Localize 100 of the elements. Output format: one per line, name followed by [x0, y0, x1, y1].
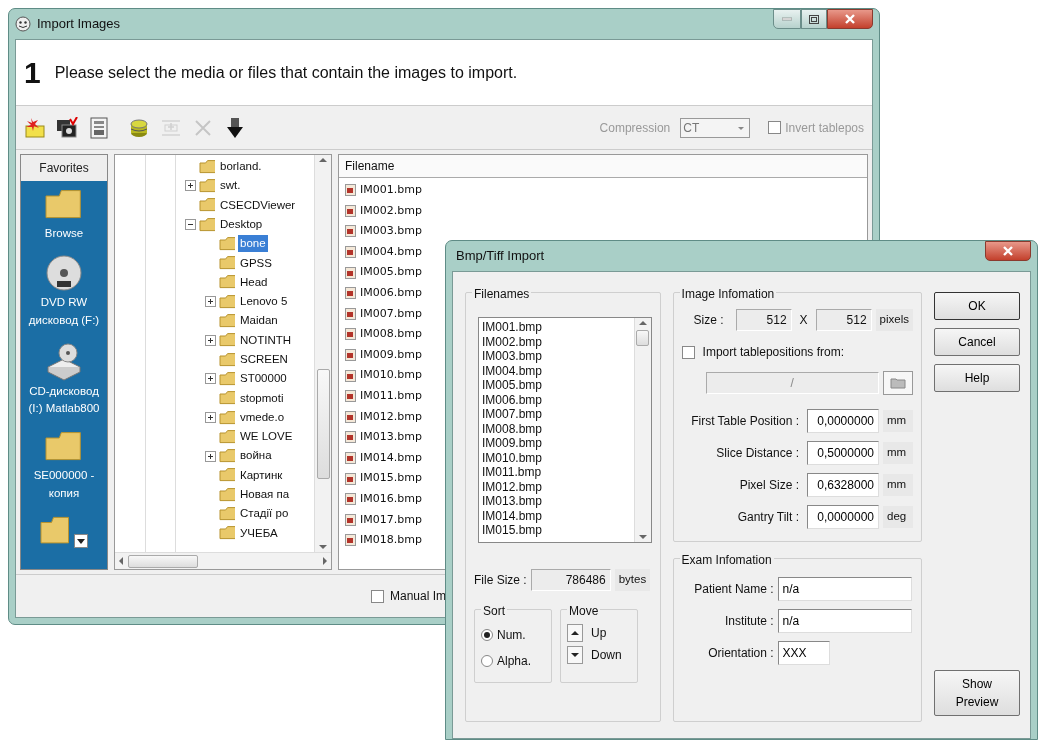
list-item[interactable]: IM011.bmp: [482, 465, 631, 480]
file-name[interactable]: IM014.bmp: [360, 449, 422, 467]
input-field[interactable]: 0,0000000: [807, 505, 879, 529]
scrollbar-thumb[interactable]: [128, 554, 198, 568]
file-name[interactable]: IM009.bmp: [360, 346, 422, 364]
file-name[interactable]: IM010.bmp: [360, 367, 422, 384]
expand-icon[interactable]: [205, 373, 216, 385]
input-field[interactable]: 0,5000000: [807, 441, 879, 465]
file-name[interactable]: IM013.bmp: [360, 429, 422, 446]
list-item[interactable]: IM013.bmp: [482, 494, 631, 509]
scroll-up-icon[interactable]: [319, 157, 327, 163]
list-item[interactable]: IM007.bmp: [482, 407, 631, 422]
camera-icon[interactable]: [56, 116, 78, 139]
scroll-left-icon[interactable]: [118, 557, 124, 565]
tree-item[interactable]: bone: [238, 235, 268, 253]
collapse-icon[interactable]: [185, 219, 196, 231]
file-name[interactable]: IM003.bmp: [360, 223, 422, 240]
scroll-up-icon[interactable]: [638, 320, 647, 326]
tree-item[interactable]: stopmoti: [238, 389, 286, 407]
tree-item[interactable]: CSECDViewer: [218, 196, 298, 214]
tree-item[interactable]: SCREEN: [238, 351, 290, 369]
input-field[interactable]: n/a: [777, 609, 912, 633]
expand-icon[interactable]: [205, 296, 216, 308]
browse-button[interactable]: [883, 371, 913, 395]
file-name[interactable]: IM018.bmp: [360, 532, 422, 549]
list-item[interactable]: IM006.bmp: [482, 392, 631, 407]
tree-item[interactable]: vmede.o: [238, 408, 287, 427]
move-up-button[interactable]: [567, 624, 583, 642]
file-name[interactable]: IM004.bmp: [360, 243, 422, 261]
checkbox[interactable]: [371, 589, 384, 603]
list-item[interactable]: IM005.bmp: [482, 378, 631, 393]
radio-button[interactable]: [481, 629, 493, 641]
scrollbar-thumb[interactable]: [316, 368, 330, 479]
scrollbar[interactable]: [314, 155, 331, 552]
dialog-button[interactable]: Help: [934, 364, 1020, 392]
tree-item[interactable]: WE LOVE: [238, 428, 295, 446]
expand-icon[interactable]: [205, 412, 216, 423]
tree-item[interactable]: Maidan: [238, 312, 280, 330]
file-name[interactable]: IM015.bmp: [360, 470, 422, 487]
file-name[interactable]: IM011.bmp: [360, 388, 422, 405]
file-name[interactable]: IM005.bmp: [360, 264, 422, 281]
favorite-item[interactable]: DVD RW дисковод (F:): [21, 248, 107, 335]
tree-item[interactable]: swt.: [218, 177, 243, 195]
tree-item[interactable]: Картинк: [238, 466, 285, 484]
list-item[interactable]: IM015.bmp: [482, 523, 631, 538]
scrollbar[interactable]: [115, 552, 331, 569]
scrollbar[interactable]: [633, 318, 651, 542]
close-button[interactable]: [985, 241, 1031, 261]
ok-button[interactable]: OK: [934, 292, 1020, 320]
tree-item[interactable]: УЧЕБА: [238, 524, 280, 542]
input-field[interactable]: n/a: [777, 577, 912, 601]
scroll-down-icon[interactable]: [638, 534, 647, 540]
list-item[interactable]: IM002.bmp: [482, 334, 631, 349]
tree-item[interactable]: Desktop: [218, 215, 265, 234]
move-down-button[interactable]: [567, 646, 583, 664]
file-name[interactable]: IM008.bmp: [360, 326, 422, 343]
radio-button[interactable]: [481, 655, 493, 667]
file-name[interactable]: IM001.bmp: [360, 182, 422, 199]
close-button[interactable]: [827, 9, 873, 29]
tree-item[interactable]: Lenovo 5: [238, 293, 290, 311]
sparkle-folder-icon[interactable]: [24, 116, 46, 139]
checkbox[interactable]: [768, 121, 782, 134]
tree-item[interactable]: NOTINTH: [238, 331, 294, 349]
scroll-down-icon[interactable]: [319, 544, 327, 550]
dialog-button[interactable]: Cancel: [934, 328, 1020, 356]
input-field[interactable]: 0,0000000: [807, 409, 879, 433]
tree-item[interactable]: Новая па: [238, 486, 292, 504]
checkbox[interactable]: [681, 345, 695, 359]
list-item[interactable]: IM008.bmp: [482, 421, 631, 436]
compression-select[interactable]: CT: [680, 117, 751, 138]
scrollbar-thumb[interactable]: [636, 330, 650, 346]
down-arrow-icon[interactable]: [224, 116, 246, 139]
tree-item[interactable]: война: [238, 447, 274, 465]
tree-item[interactable]: borland.: [218, 158, 264, 176]
file-name[interactable]: IM017.bmp: [360, 511, 422, 529]
list-item[interactable]: IM012.bmp: [482, 479, 631, 494]
list-item[interactable]: IM001.bmp: [482, 320, 631, 335]
list-item[interactable]: IM003.bmp: [482, 349, 631, 364]
input-field[interactable]: 0,6328000: [807, 473, 879, 497]
favorite-item[interactable]: SE000000 - копия: [21, 423, 107, 508]
tree-item[interactable]: GPSS: [238, 254, 274, 272]
document-icon[interactable]: [88, 116, 110, 139]
preview-button[interactable]: Show Preview: [934, 670, 1020, 716]
favorite-item[interactable]: Browse: [21, 181, 107, 249]
tree-item[interactable]: ST00000: [238, 370, 289, 388]
file-name[interactable]: IM016.bmp: [360, 490, 422, 508]
file-name[interactable]: IM002.bmp: [360, 202, 422, 220]
file-name[interactable]: IM006.bmp: [360, 285, 422, 302]
file-name[interactable]: IM012.bmp: [360, 408, 422, 426]
input-field[interactable]: XXX: [777, 641, 830, 665]
column-header[interactable]: Filename: [339, 155, 867, 178]
list-item[interactable]: IM004.bmp: [482, 363, 631, 378]
expand-icon[interactable]: [185, 180, 196, 192]
expand-icon[interactable]: [205, 334, 216, 346]
expand-icon[interactable]: [205, 450, 216, 462]
tree-item[interactable]: Стадії ро: [238, 505, 291, 523]
database-icon[interactable]: [128, 116, 150, 139]
list-item[interactable]: IM009.bmp: [482, 436, 631, 451]
list-item[interactable]: IM014.bmp: [482, 508, 631, 523]
tree-item[interactable]: Head: [238, 273, 270, 292]
